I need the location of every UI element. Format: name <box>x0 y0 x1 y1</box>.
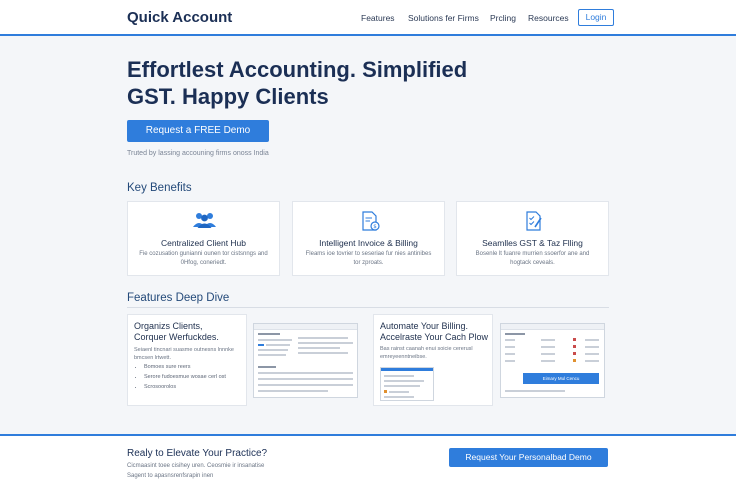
feature-title-line1: Organizs Clients, <box>134 321 203 331</box>
brand-logo[interactable]: Quick Account <box>127 9 232 26</box>
request-demo-button[interactable]: Request a FREE Demo <box>127 120 269 142</box>
feature-bullet: Bomoes sure reers <box>144 362 226 372</box>
benefit-desc: Bosenle lt fuanre murrien ssoerfor ane a… <box>475 251 590 266</box>
nav-resources[interactable]: Resources <box>528 13 569 23</box>
bottom-cta-title: Realy to Elevate Your Practice? <box>127 448 268 459</box>
users-icon <box>128 210 279 230</box>
feature-title-line2: Corquer Werfuckdes. <box>134 332 219 342</box>
benefit-card-client-hub: Centralized Client Hub Fie cozusation gu… <box>127 201 280 276</box>
billing-screenshot: Eimary Mul Cencu <box>500 323 605 398</box>
feature-desc: Bas rainst caanah enui soicie cererusl e… <box>380 345 473 361</box>
request-personalized-demo-button[interactable]: Request Your Personalbad Demo <box>449 448 608 467</box>
feature-desc-line2: emreyeenntneibse. <box>380 354 427 360</box>
nav-solutions[interactable]: Solutions fer Firms <box>408 13 479 23</box>
mock-blue-button: Eimary Mul Cencu <box>523 373 599 384</box>
benefit-desc: Fie cozusation gunianni ounen tor cistsn… <box>139 251 268 266</box>
hero-title-line2: GST. Happy Clients <box>127 84 329 109</box>
feature-desc-line2: bmcsen lrtwett. <box>134 355 171 361</box>
nav-features[interactable]: Features <box>361 13 395 23</box>
benefit-title: Centralized Client Hub <box>160 238 247 248</box>
hero-title-line1: Effortlest Accounting. Simplified <box>127 57 468 82</box>
bottom-cta-subtext-line2: Sagent to apasnsrenfsrapin inen <box>127 473 214 479</box>
feature-title: Organizs Clients, Corquer Werfuckdes. <box>134 321 219 343</box>
feature-card-billing: Automate Your Billing. Accelraste Your C… <box>373 314 493 406</box>
feature-title-line2: Accelraste Your Cach Plow <box>380 332 489 342</box>
benefit-desc: Fleams ioe tovrier to seseriae fur nies … <box>305 251 432 266</box>
client-hub-screenshot <box>253 323 358 398</box>
feature-desc-line1: Bas rainst caanah enui soicie cererusl <box>380 346 473 352</box>
feature-bullet: Scrosoorolos <box>144 382 226 392</box>
hero-title: Effortlest Accounting. Simplified GST. H… <box>127 56 547 110</box>
benefit-title: Seamlles GST & Taz Flling <box>482 238 583 248</box>
invoice-icon: $ <box>293 210 444 231</box>
features-deep-dive-heading: Features Deep Dive <box>127 292 230 304</box>
benefit-card-invoice: $ Intelligent Invoice & Billing Fleams i… <box>292 201 445 276</box>
checklist-icon <box>457 210 608 231</box>
feature-bullet: Serore fudoesmue wosae cerl ost <box>144 372 226 382</box>
benefit-title: Intelligent Invoice & Billing <box>319 238 418 248</box>
invoice-thumbnail <box>380 367 434 401</box>
feature-desc: Seiaenl tincnari suasme outnesns lnnnke … <box>134 346 234 362</box>
login-button[interactable]: Login <box>578 9 614 26</box>
feature-card-clients: Organizs Clients, Corquer Werfuckdes. Se… <box>127 314 247 406</box>
key-benefits-heading: Key Benefits <box>127 182 192 194</box>
bottom-cta-band <box>0 434 736 491</box>
svg-text:$: $ <box>373 224 377 230</box>
feature-title-line1: Automate Your Billing. <box>380 321 469 331</box>
bottom-cta-subtext-line1: Cicmaasint toee cisihey uren. Ceosmie ir… <box>127 463 265 469</box>
feature-title: Automate Your Billing. Accelraste Your C… <box>380 321 488 343</box>
benefit-card-gst: Seamlles GST & Taz Flling Bosenle lt fua… <box>456 201 609 276</box>
feature-desc-line1: Seiaenl tincnari suasme outnesns lnnnke <box>134 347 234 353</box>
trusted-by-text: Truted by lassing accouning firms onoss … <box>127 150 269 157</box>
section-divider <box>127 307 609 308</box>
feature-bullet-list: Bomoes sure reers Serore fudoesmue wosae… <box>134 362 226 392</box>
bottom-cta-subtext: Cicmaasint toee cisihey uren. Ceosmie ir… <box>127 461 264 481</box>
nav-pricing[interactable]: Prcling <box>490 13 516 23</box>
